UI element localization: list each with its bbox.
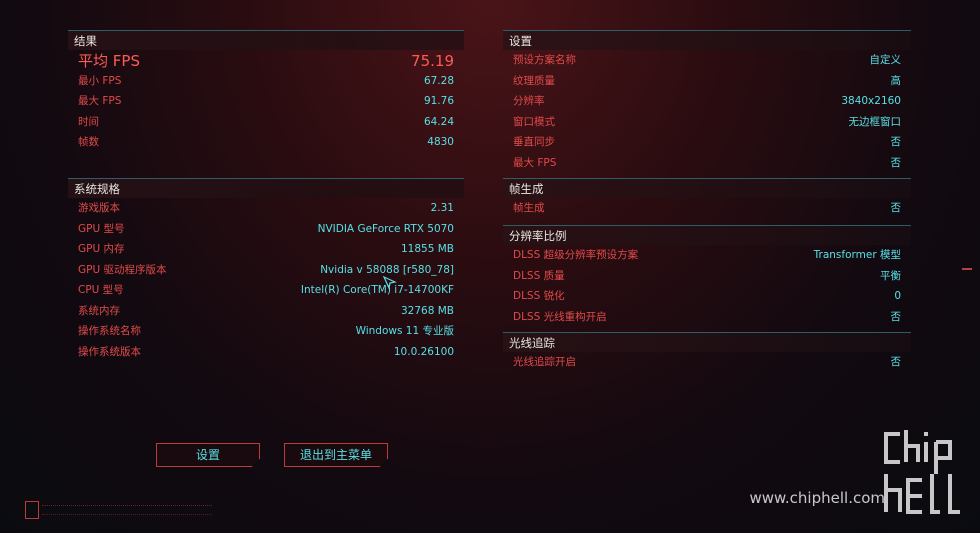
scaling-value: 否 (890, 311, 902, 323)
result-value: 4830 (427, 136, 454, 148)
system-row: 操作系统版本 10.0.26100 (68, 342, 464, 362)
settings-label: 垂直同步 (513, 136, 555, 148)
scaling-row: DLSS 锐化 0 (503, 286, 911, 306)
scaling-value: 0 (894, 290, 901, 302)
scaling-row: DLSS 超级分辨率预设方案 Transformer 模型 (503, 245, 911, 265)
settings-label: 窗口模式 (513, 116, 555, 128)
frame-gen-row: 帧生成 否 (503, 198, 911, 218)
settings-label: 纹理质量 (513, 75, 555, 87)
result-label: 时间 (78, 116, 99, 128)
system-label: 游戏版本 (78, 202, 120, 214)
result-row: 最小 FPS 67.28 (68, 71, 464, 91)
system-value: 11855 MB (400, 243, 454, 255)
frame-gen-panel: 帧生成 帧生成 否 (503, 178, 911, 220)
results-header: 结果 (68, 30, 464, 50)
scaling-label: DLSS 质量 (513, 270, 565, 282)
system-label: GPU 驱动程序版本 (78, 264, 167, 276)
resolution-scaling-header: 分辨率比例 (503, 225, 911, 245)
system-row: 游戏版本 2.31 (68, 198, 464, 218)
system-label: CPU 型号 (78, 284, 124, 296)
result-row: 时间 64.24 (68, 112, 464, 132)
scaling-label: DLSS 光线重构开启 (513, 311, 607, 323)
system-label: 系统内存 (78, 305, 120, 317)
result-label: 最小 FPS (78, 75, 122, 87)
settings-row: 分辨率 3840x2160 (503, 91, 911, 111)
avg-fps-row: 平均 FPS 75.19 (68, 50, 464, 72)
result-value: 67.28 (423, 75, 454, 87)
frame-gen-label: 帧生成 (513, 202, 545, 214)
resolution-scaling-panel: 分辨率比例 DLSS 超级分辨率预设方案 Transformer 模型 DLSS… (503, 225, 911, 329)
result-value: 91.76 (423, 95, 454, 107)
ray-tracing-panel: 光线追踪 光线追踪开启 否 (503, 332, 911, 374)
settings-label: 分辨率 (513, 95, 545, 107)
settings-value: 无边框窗口 (848, 116, 902, 128)
system-value: NVIDIA GeForce RTX 5070 (317, 223, 454, 235)
right-edge-marker (962, 268, 972, 270)
result-label: 帧数 (78, 136, 99, 148)
frame-gen-header: 帧生成 (503, 178, 911, 198)
settings-value: 高 (890, 75, 902, 87)
settings-row: 窗口模式 无边框窗口 (503, 112, 911, 132)
version-badge-icon (25, 501, 39, 519)
settings-value: 3840x2160 (841, 95, 901, 107)
settings-row: 垂直同步 否 (503, 132, 911, 152)
system-value: 10.0.26100 (393, 346, 454, 358)
scaling-label: DLSS 锐化 (513, 290, 565, 302)
system-row: GPU 型号 NVIDIA GeForce RTX 5070 (68, 219, 464, 239)
settings-value: 自定义 (869, 54, 902, 66)
settings-button[interactable]: 设置 (156, 443, 260, 467)
watermark-text: www.chiphell.com (749, 489, 885, 507)
scaling-label: DLSS 超级分辨率预设方案 (513, 249, 639, 261)
result-row: 帧数 4830 (68, 132, 464, 152)
system-row: 操作系统名称 Windows 11 专业版 (68, 321, 464, 341)
system-label: 操作系统版本 (78, 346, 141, 358)
system-value: 2.31 (430, 202, 454, 214)
side-decor-text (14, 215, 20, 340)
exit-to-main-menu-button[interactable]: 退出到主菜单 (284, 443, 388, 467)
ray-tracing-header: 光线追踪 (503, 332, 911, 352)
system-label: GPU 型号 (78, 223, 125, 235)
scaling-row: DLSS 质量 平衡 (503, 266, 911, 286)
scaling-value: 平衡 (880, 270, 901, 282)
mouse-cursor-icon (383, 276, 397, 290)
settings-label: 最大 FPS (513, 157, 557, 169)
result-row: 最大 FPS 91.76 (68, 91, 464, 111)
results-panel: 结果 平均 FPS 75.19 最小 FPS 67.28 最大 FPS 91.7… (68, 30, 464, 155)
system-row: GPU 驱动程序版本 Nvidia v 58088 [r580_78] (68, 260, 464, 280)
settings-row: 最大 FPS 否 (503, 153, 911, 173)
result-label: 最大 FPS (78, 95, 122, 107)
frame-gen-value: 否 (890, 202, 902, 214)
settings-value: 否 (890, 136, 902, 148)
system-row: 系统内存 32768 MB (68, 301, 464, 321)
ray-tracing-label: 光线追踪开启 (513, 356, 576, 368)
system-header: 系统规格 (68, 178, 464, 198)
settings-label: 预设方案名称 (513, 54, 576, 66)
settings-header: 设置 (503, 30, 911, 50)
system-row: CPU 型号 Intel(R) Core(TM) i7-14700KF (68, 280, 464, 300)
avg-fps-label: 平均 FPS (78, 52, 140, 70)
system-panel: 系统规格 游戏版本 2.31 GPU 型号 NVIDIA GeForce RTX… (68, 178, 464, 368)
avg-fps-value: 75.19 (411, 52, 454, 70)
settings-row: 纹理质量 高 (503, 71, 911, 91)
settings-row: 预设方案名称 自定义 (503, 50, 911, 70)
system-value: 32768 MB (400, 305, 454, 317)
settings-value: 否 (890, 157, 902, 169)
system-label: GPU 内存 (78, 243, 125, 255)
chiphell-logo-icon (884, 430, 960, 514)
ray-tracing-value: 否 (890, 356, 902, 368)
result-value: 64.24 (423, 116, 454, 128)
settings-panel: 设置 预设方案名称 自定义 纹理质量 高 分辨率 3840x2160 窗口模式 … (503, 30, 911, 175)
scaling-value: Transformer 模型 (813, 249, 901, 261)
fine-print-decor (42, 505, 212, 515)
system-value: Windows 11 专业版 (355, 325, 454, 337)
ray-tracing-row: 光线追踪开启 否 (503, 352, 911, 372)
system-label: 操作系统名称 (78, 325, 141, 337)
system-row: GPU 内存 11855 MB (68, 239, 464, 259)
system-value: Intel(R) Core(TM) i7-14700KF (300, 284, 454, 296)
scaling-row: DLSS 光线重构开启 否 (503, 307, 911, 327)
